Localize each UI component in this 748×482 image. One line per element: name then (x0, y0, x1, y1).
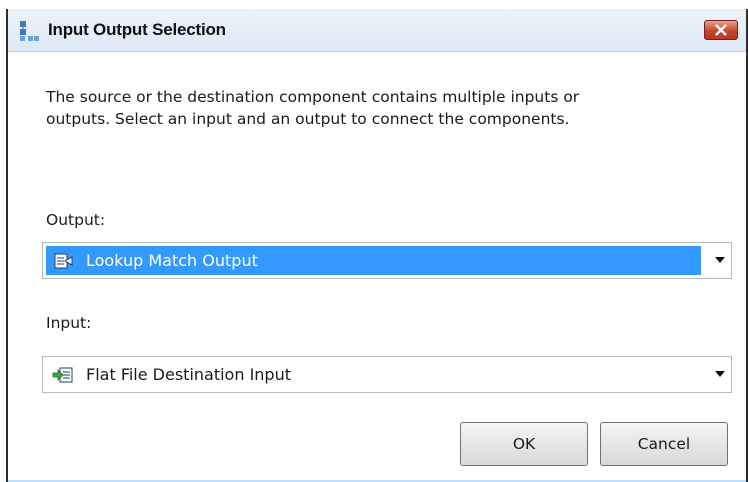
input-dropdown[interactable]: Flat File Destination Input (42, 356, 732, 393)
output-dropdown[interactable]: Lookup Match Output (42, 242, 732, 279)
cancel-button[interactable]: Cancel (600, 422, 728, 466)
input-label: Input: (46, 314, 92, 332)
output-icon (54, 253, 73, 268)
input-icon (52, 367, 73, 382)
network-component-icon (20, 21, 39, 41)
output-selected-text: Lookup Match Output (86, 251, 258, 270)
close-button[interactable] (704, 20, 738, 40)
instruction-message: The source or the destination component … (46, 86, 706, 130)
chevron-down-icon[interactable] (715, 371, 725, 377)
message-line-1: The source or the destination component … (46, 88, 580, 106)
message-line-2: outputs. Select an input and an output t… (46, 110, 570, 128)
output-label: Output: (46, 211, 106, 229)
close-icon (715, 24, 727, 36)
ok-button[interactable]: OK (460, 422, 588, 466)
input-selected-value[interactable]: Flat File Destination Input (46, 360, 701, 389)
chevron-down-icon[interactable] (715, 257, 725, 263)
title-bar[interactable]: Input Output Selection (8, 9, 746, 52)
dialog-title: Input Output Selection (48, 20, 226, 39)
output-selected-value[interactable]: Lookup Match Output (46, 246, 701, 275)
input-selected-text: Flat File Destination Input (86, 365, 291, 384)
input-output-selection-dialog: Input Output Selection The source or the… (6, 9, 748, 482)
